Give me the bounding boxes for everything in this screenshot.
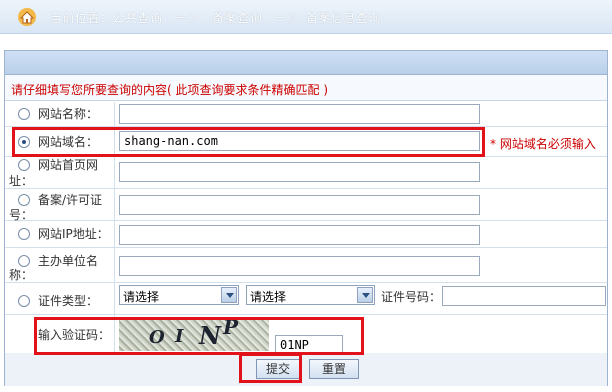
radio-organization[interactable] [18,255,30,267]
cert-type-select[interactable]: 请选择 [119,285,239,305]
radio-ip[interactable] [18,228,30,240]
row-organization: 主办单位名 称： [5,248,607,283]
breadcrumb-level2[interactable]: 备案查询 [212,11,262,25]
ip-input[interactable] [119,225,480,245]
radio-homepage[interactable] [18,159,30,171]
radio-site-name[interactable] [18,108,30,120]
chevron-down-icon[interactable] [357,287,373,303]
reset-button[interactable]: 重置 [309,359,359,379]
form-instruction: 请仔细填写您所要查询的内容( 此项查询要求条件精确匹配 ) [5,75,607,101]
cert-subtype-select-value: 请选择 [250,290,287,304]
panel-header [5,51,607,75]
form-footer: 提交 重置 [5,353,607,386]
breadcrumb-level3: 备案信息查询 [305,11,381,25]
submit-highlight-box [239,353,302,383]
row-license: 备案/许可证 号： [5,189,607,222]
homepage-label: 网站首页网 [38,158,99,172]
organization-label-cont: 称： [9,268,34,282]
homepage-label-cont: 址： [9,174,34,188]
cert-subtype-select[interactable]: 请选择 [246,285,375,305]
breadcrumb: 当前位置：公共查询 －＞ 备案查询 －＞ 备案信息查询 [0,0,612,34]
cert-number-input[interactable] [442,286,606,306]
homepage-input[interactable] [119,162,480,182]
license-input[interactable] [119,195,480,215]
breadcrumb-separator: －＞ [274,11,300,25]
row-ip: 网站IP地址： [5,221,607,248]
row-certificate: 证件类型： 请选择 请选择 证件号码： [5,283,607,315]
row-homepage: 网站首页网 址： [5,157,607,189]
domain-required-warning: * 网站域名必须输入 [490,137,596,151]
radio-certificate[interactable] [18,295,30,307]
home-icon [18,8,36,26]
cert-type-label: 证件类型： [38,294,99,308]
site-name-label: 网站名称： [38,107,99,121]
breadcrumb-prefix: 当前位置：公共查询 [50,11,163,25]
cert-type-select-value: 请选择 [123,290,160,304]
cert-number-label: 证件号码： [381,290,442,304]
site-name-input[interactable] [119,104,480,124]
organization-label: 主办单位名 [38,254,99,268]
radio-license[interactable] [18,194,30,206]
domain-highlight-box [12,127,485,157]
organization-input[interactable] [119,256,480,276]
chevron-down-icon[interactable] [221,287,237,303]
ip-label: 网站IP地址： [38,227,109,241]
license-label: 备案/许可证 [38,193,103,207]
captcha-highlight-box [34,317,364,355]
breadcrumb-separator: －＞ [174,11,200,25]
row-site-name: 网站名称： [5,102,607,127]
